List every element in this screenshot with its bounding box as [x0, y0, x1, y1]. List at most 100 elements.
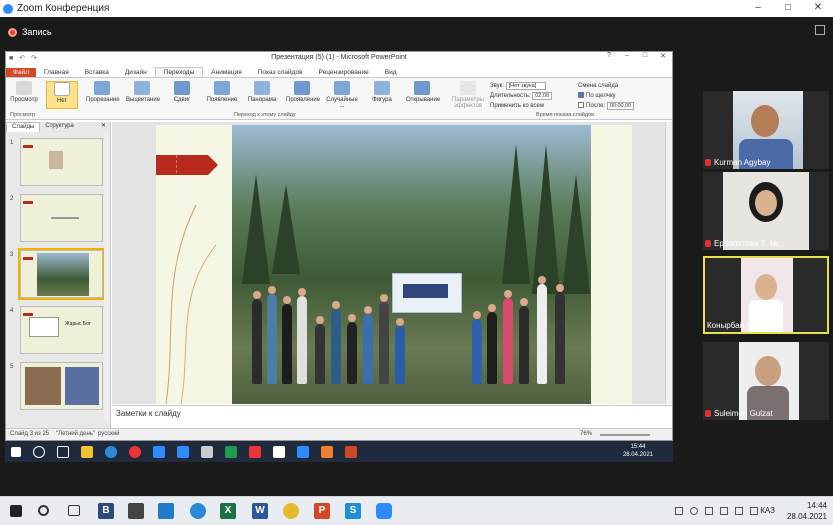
transition-pan[interactable]: Панорама	[246, 81, 278, 103]
preview-button[interactable]: Просмотр	[8, 81, 40, 103]
red-arrow-shape	[156, 155, 218, 175]
after-checkbox[interactable]	[578, 102, 584, 109]
transition-none-icon	[54, 82, 70, 96]
edge-icon[interactable]	[190, 503, 206, 519]
close-panel-icon[interactable]: ✕	[101, 122, 110, 132]
ppt-window-controls[interactable]: ? – □ ✕	[600, 52, 672, 60]
tab-outline[interactable]: Структура	[40, 122, 78, 132]
tab-slideshow[interactable]: Показ слайдов	[250, 68, 311, 77]
powerpoint-icon[interactable]: P	[314, 503, 330, 519]
excel-icon[interactable]: X	[220, 503, 236, 519]
participant-tile[interactable]: Kurman Agybay	[703, 91, 829, 169]
transition-fade[interactable]: Выцветание	[126, 81, 160, 103]
tab-insert[interactable]: Вставка	[77, 68, 117, 77]
chrome-icon[interactable]	[283, 503, 299, 519]
minimize-button[interactable]: –	[743, 0, 773, 17]
slide-canvas	[112, 122, 672, 404]
gallery-view-icon[interactable]	[815, 25, 825, 35]
sound-select[interactable]: [Нет звука]	[505, 82, 546, 90]
transition-shape[interactable]: Фигура	[366, 81, 398, 103]
slide-change-controls: Смена слайда По щелчку После: 00:00,00	[578, 81, 635, 111]
language-indicator: русский	[98, 431, 120, 437]
tray-icon[interactable]	[705, 507, 713, 515]
tray-icon[interactable]	[690, 507, 698, 515]
battery-icon[interactable]	[750, 507, 758, 515]
zoom-app-icon[interactable]	[153, 445, 165, 458]
search-icon[interactable]	[33, 445, 45, 458]
tab-home[interactable]: Главная	[36, 68, 77, 77]
network-icon[interactable]	[720, 507, 728, 515]
edge-icon[interactable]	[105, 445, 117, 458]
participant-tile[interactable]: Suleimen Gulzat	[703, 342, 829, 420]
window-title: Zoom Конференция	[17, 3, 110, 14]
tab-review[interactable]: Рецензирование	[311, 68, 377, 77]
tab-slides[interactable]: Слайды	[6, 122, 41, 132]
volume-icon[interactable]	[735, 507, 743, 515]
slide-thumbnail[interactable]: 2	[6, 194, 106, 244]
zoom-app-icon-2[interactable]	[177, 445, 189, 458]
transition-push[interactable]: Сдвиг	[166, 81, 198, 103]
after-time-input[interactable]: 00:00,00	[606, 102, 635, 110]
transition-none[interactable]: Нет	[46, 81, 78, 109]
zoom-app-icon-3[interactable]	[297, 445, 309, 458]
transition-reveal[interactable]: Проявление	[286, 81, 320, 103]
panel-scrollbar[interactable]	[104, 132, 110, 422]
transition-appear[interactable]: Появление	[206, 81, 238, 103]
on-click-checkbox[interactable]	[578, 92, 584, 99]
notes-placeholder: Заметки к слайду	[116, 409, 181, 418]
windows-start-icon[interactable]	[11, 446, 21, 457]
recording-label[interactable]: Запись	[22, 27, 52, 37]
transition-random[interactable]: Случайные ...	[326, 81, 358, 109]
slide-thumbnail[interactable]: 4 Жарыс Бот	[6, 306, 106, 356]
language-indicator[interactable]: КАЗ	[760, 506, 775, 515]
tab-view[interactable]: Вид	[377, 68, 405, 77]
skype-icon[interactable]: S	[345, 503, 361, 519]
folder-icon[interactable]	[321, 445, 333, 458]
slide-thumbnail[interactable]: 3	[6, 248, 106, 300]
duration-input[interactable]: 02,00	[532, 92, 552, 100]
file-explorer-icon[interactable]	[81, 445, 93, 458]
slide-thumbnail[interactable]: 1	[6, 138, 106, 188]
decorative-vine	[165, 204, 217, 404]
yandex-icon[interactable]	[249, 445, 261, 458]
ppt-body: Слайды Структура ✕ 1 2 3 4 Жарыс Бот 5 З…	[6, 122, 672, 428]
mail-icon[interactable]	[158, 503, 174, 519]
pan-icon	[254, 81, 270, 95]
group-preview-label: Просмотр	[10, 112, 36, 118]
transition-open[interactable]: Открывание	[406, 81, 440, 103]
word-icon[interactable]: W	[252, 503, 268, 519]
tab-file[interactable]: Файл	[6, 68, 36, 77]
close-button[interactable]: ✕	[803, 0, 833, 17]
powerpoint-icon[interactable]	[345, 445, 357, 458]
app-b-icon[interactable]: B	[98, 503, 114, 519]
app-icon[interactable]	[225, 445, 237, 458]
slide-scrollbar[interactable]	[665, 122, 672, 404]
participant-tile-active-speaker[interactable]: Конырбай Фариза	[703, 256, 829, 334]
search-icon[interactable]	[38, 505, 49, 516]
task-view-icon[interactable]	[57, 445, 69, 458]
slide-thumbnail[interactable]: 5	[6, 362, 106, 412]
system-clock[interactable]: 14:44 28.04.2021	[787, 500, 827, 522]
tab-design[interactable]: Дизайн	[117, 68, 155, 77]
windows-start-icon[interactable]	[10, 505, 22, 517]
tab-animation[interactable]: Анимация	[203, 68, 250, 77]
participant-tile[interactable]: Ерболатова З. №...	[703, 172, 829, 250]
chrome-icon[interactable]	[129, 445, 141, 458]
effect-params-button[interactable]: Параметры эффектов	[451, 81, 485, 109]
maximize-button[interactable]: □	[773, 0, 803, 17]
zoom-app-icon[interactable]	[376, 503, 392, 519]
zoom-percent[interactable]: 76%	[580, 431, 592, 437]
muted-mic-icon	[705, 159, 711, 166]
panel-tabs: Слайды Структура ✕	[6, 122, 110, 132]
transition-cut[interactable]: Прорезание	[86, 81, 120, 103]
store-icon[interactable]	[128, 503, 144, 519]
store-icon[interactable]	[201, 445, 213, 458]
yandex-browser-icon[interactable]	[273, 445, 285, 458]
apply-all-button[interactable]: Применить ко всем	[490, 101, 552, 111]
tray-icon[interactable]	[675, 507, 683, 515]
task-view-icon[interactable]	[68, 505, 80, 516]
notes-pane[interactable]: Заметки к слайду	[112, 405, 672, 425]
tab-transitions[interactable]: Переходы	[154, 67, 204, 77]
zoom-slider[interactable]	[600, 434, 650, 436]
current-slide	[156, 125, 632, 404]
